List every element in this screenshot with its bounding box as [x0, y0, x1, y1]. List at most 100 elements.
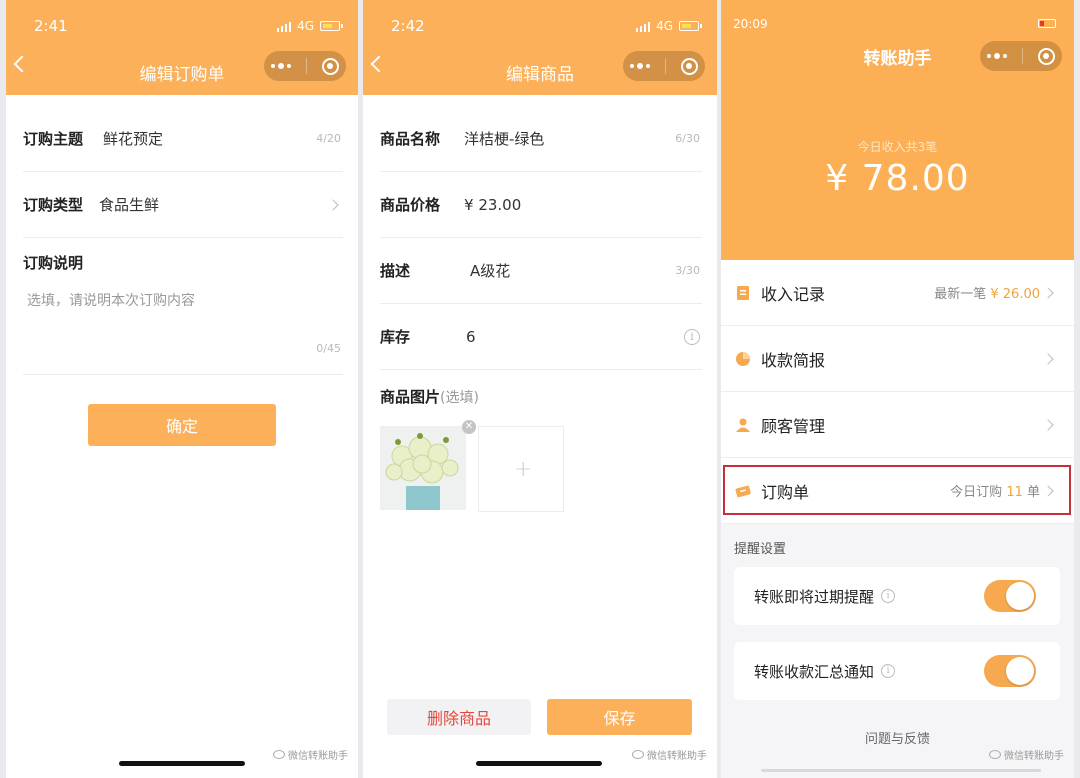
- extra-prefix: 最新一笔: [934, 287, 987, 302]
- summary-notice-setting: 转账收款汇总通知 i: [734, 642, 1060, 700]
- watermark: 微信转账助手: [273, 747, 348, 762]
- income-header: 20:09 转账助手 今日收入共3笔 ¥ 78.00: [721, 0, 1074, 260]
- product-price-field[interactable]: 商品价格 ¥ 23.00: [380, 172, 702, 238]
- product-image-label: 商品图片(选填): [380, 386, 479, 407]
- info-icon[interactable]: i: [881, 589, 896, 603]
- watermark: 微信转账助手: [632, 747, 707, 762]
- battery-icon: [1038, 19, 1056, 28]
- expiry-reminder-toggle[interactable]: [984, 580, 1036, 612]
- more-icon[interactable]: [630, 63, 651, 69]
- char-counter: 3/30: [675, 264, 700, 277]
- transfer-assistant-home: 20:09 转账助手 今日收入共3笔 ¥ 78.00 收入记录 最新一笔 ¥ 2…: [721, 0, 1074, 778]
- field-label: 商品名称: [380, 130, 441, 148]
- confirm-button[interactable]: 确定: [88, 404, 276, 446]
- status-indicators: 4G: [635, 19, 702, 33]
- char-counter: 0/45: [316, 342, 341, 355]
- network-label: 4G: [656, 19, 673, 33]
- order-type-field[interactable]: 订购类型 食品生鲜: [23, 172, 343, 238]
- battery-icon: [320, 21, 343, 31]
- plus-icon: +: [514, 457, 533, 482]
- image-label-text: 商品图片: [380, 388, 441, 406]
- capsule-divider: [305, 58, 307, 74]
- latest-income-info: 最新一笔 ¥ 26.00: [934, 283, 1040, 302]
- expiry-reminder-setting: 转账即将过期提醒 i: [734, 567, 1060, 625]
- extra-value: ¥ 26.00: [990, 287, 1040, 302]
- delete-product-button[interactable]: 删除商品: [387, 699, 531, 735]
- close-mini-program-icon[interactable]: [1037, 47, 1055, 65]
- watermark-text: 微信转账助手: [288, 751, 348, 762]
- order-subject-field[interactable]: 订购主题 鲜花预定 4/20: [23, 106, 343, 172]
- char-counter: 6/30: [675, 132, 700, 145]
- stock-field[interactable]: 库存 6 i: [380, 304, 702, 370]
- summary-notice-toggle[interactable]: [984, 655, 1036, 687]
- signal-icon: [635, 21, 651, 32]
- more-icon[interactable]: [271, 63, 292, 69]
- info-icon[interactable]: i: [684, 328, 700, 345]
- menu-item-label: 收款简报: [761, 350, 826, 370]
- highlight-box: [723, 465, 1071, 515]
- menu-item-label: 顾客管理: [761, 416, 826, 436]
- info-icon[interactable]: i: [881, 664, 896, 678]
- income-records-item[interactable]: 收入记录 最新一笔 ¥ 26.00: [721, 260, 1074, 326]
- close-mini-program-icon[interactable]: [680, 57, 698, 75]
- status-time: 2:41: [34, 17, 68, 35]
- order-description-field: 订购说明 选填，请说明本次订购内容 0/45: [23, 238, 343, 375]
- capsule-divider: [664, 58, 666, 74]
- setting-label: 转账即将过期提醒: [754, 587, 875, 606]
- home-indicator: [119, 761, 245, 766]
- mini-program-capsule: [264, 51, 346, 81]
- watermark-text: 微信转账助手: [647, 751, 707, 762]
- scroll-indicator: [761, 769, 1041, 772]
- add-photo-button[interactable]: +: [478, 426, 564, 512]
- more-icon[interactable]: [987, 53, 1008, 59]
- section-title: 提醒设置: [734, 542, 787, 557]
- mini-program-capsule: [980, 41, 1062, 71]
- wechat-icon: [989, 750, 1001, 759]
- field-value[interactable]: 6: [466, 328, 476, 346]
- nav-bar: 2:41 4G 编辑订购单: [6, 0, 358, 95]
- setting-label: 转账收款汇总通知: [754, 662, 875, 681]
- income-subtitle: 今日收入共3笔: [857, 140, 938, 154]
- document-icon: [737, 285, 749, 300]
- income-amount: ¥ 78.00: [825, 158, 970, 199]
- edit-order-screen: 2:41 4G 编辑订购单 订购主题 鲜花预定 4/20 订购类型 食品生鲜 订…: [6, 0, 358, 778]
- close-mini-program-icon[interactable]: [321, 57, 339, 75]
- home-indicator: [476, 761, 602, 766]
- capsule-divider: [1021, 48, 1023, 64]
- watermark-text: 微信转账助手: [1004, 751, 1064, 762]
- wechat-icon: [273, 750, 285, 759]
- mini-program-capsule: [623, 51, 705, 81]
- product-photo[interactable]: [380, 426, 466, 510]
- status-time: 2:42: [391, 17, 425, 35]
- field-value[interactable]: ¥ 23.00: [464, 196, 521, 214]
- chevron-right-icon: [1042, 418, 1054, 431]
- chevron-right-icon: [1042, 286, 1054, 299]
- field-value[interactable]: A级花: [470, 260, 510, 281]
- customer-management-item[interactable]: 顾客管理: [721, 392, 1074, 458]
- product-description-field[interactable]: 描述 A级花 3/30: [380, 238, 702, 304]
- battery-icon: [679, 21, 702, 31]
- field-value[interactable]: 鲜花预定: [103, 128, 163, 149]
- field-label: 库存: [380, 328, 411, 346]
- field-label: 订购类型: [23, 196, 84, 214]
- remove-photo-icon[interactable]: ✕: [462, 420, 476, 434]
- signal-icon: [276, 21, 292, 32]
- network-label: 4G: [297, 19, 314, 33]
- field-label: 商品价格: [380, 196, 441, 214]
- chevron-right-icon: [327, 198, 339, 211]
- save-button[interactable]: 保存: [547, 699, 692, 735]
- product-name-field[interactable]: 商品名称 洋桔梗-绿色 6/30: [380, 106, 702, 172]
- char-counter: 4/20: [316, 132, 341, 145]
- field-value: 食品生鲜: [99, 196, 160, 214]
- payment-briefing-item[interactable]: 收款简报: [721, 326, 1074, 392]
- field-label: 订购说明: [23, 254, 84, 272]
- status-indicators: 4G: [276, 19, 343, 33]
- field-label: 描述: [380, 262, 411, 280]
- feedback-link[interactable]: 问题与反馈: [721, 728, 1074, 747]
- watermark: 微信转账助手: [989, 747, 1064, 762]
- image-label-hint: (选填): [440, 390, 479, 406]
- wechat-icon: [632, 750, 644, 759]
- description-input[interactable]: 选填，请说明本次订购内容: [27, 290, 195, 310]
- flower-image: [380, 426, 466, 510]
- field-value[interactable]: 洋桔梗-绿色: [464, 128, 544, 149]
